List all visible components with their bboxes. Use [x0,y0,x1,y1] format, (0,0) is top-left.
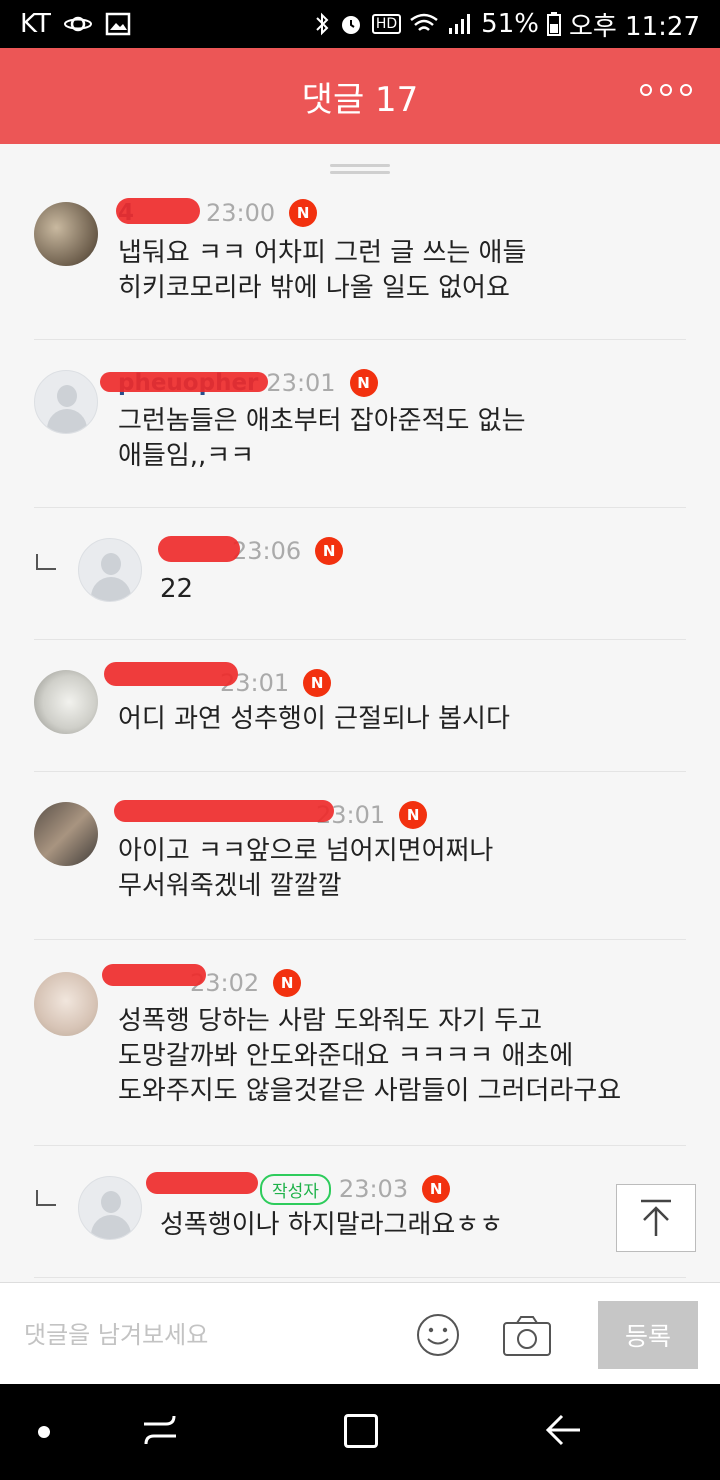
comment-text-line: 애들임,,ㅋㅋ [118,441,255,471]
comment-text-line: 도와주지도 않을것같은 사람들이 그러더라구요 [118,1076,622,1106]
comment-item: 23:01 N 어디 과연 성추행이 근절되나 봅시다 [34,640,686,772]
reply-item: 작성자 23:03 N 성폭행이나 하지말라그래요ㅎㅎ [34,1146,686,1278]
comment-item: 4 23:00 N 냅둬요 ㅋㅋ 어차피 그런 글 쓰는 애들 히키코모리라 밖… [34,180,686,340]
avatar[interactable] [34,370,98,434]
system-nav-bar [0,1384,720,1480]
comment-text: 성폭행이나 하지말라그래요ㅎㅎ [160,1208,503,1243]
alarm-icon [341,16,360,34]
comment-text-line: 히키코모리라 밖에 나올 일도 없어요 [118,273,510,303]
comment-text-line: 냅둬요 ㅋㅋ 어차피 그런 글 쓰는 애들 [118,238,527,268]
new-badge: N [273,969,302,997]
comment-list[interactable]: 4 23:00 N 냅둬요 ㅋㅋ 어차피 그런 글 쓰는 애들 히키코모리라 밖… [0,144,720,1282]
author-badge: 작성자 [260,1173,331,1205]
comment-text: 어디 과연 성추행이 근절되나 봅시다 [118,702,510,737]
drag-handle-icon[interactable] [330,164,390,174]
comment-text-line: 도망갈까봐 안도와준대요 ㅋㅋㅋㅋ 애초에 [118,1041,574,1071]
comment-item: 23:01 N 아이고 ㅋㅋ앞으로 넘어지면어쩌나 무서워죽겠네 깔깔깔 [34,772,686,940]
avatar[interactable] [78,538,142,602]
comment-text-line: 무서워죽겠네 깔깔깔 [118,871,342,901]
back-arrow-icon[interactable] [544,1410,584,1450]
comment-text-line: 22 [160,574,194,604]
comment-text: 22 [160,572,193,607]
comment-time: 23:06 [232,537,302,565]
avatar[interactable] [34,670,98,734]
reply-arrow-icon [36,1190,56,1206]
redaction-mark [102,964,206,986]
new-badge: N [422,1175,451,1203]
redaction-mark [104,662,238,686]
avatar[interactable] [34,802,98,866]
wifi-icon [410,13,438,31]
comment-text-line: 성폭행이나 하지말라그래요ㅎㅎ [160,1210,504,1240]
reply-item: 23:06 N 22 [34,508,686,640]
redaction-mark [100,372,268,392]
comments-screen: KT HD 51% 오후 11:27 댓글 17 23:00 N 냅둬요 ㅋㅋ … [0,0,720,1480]
redaction-mark [146,1172,258,1194]
comment-time: 23:01 [266,369,336,397]
new-badge: N [315,537,344,565]
submit-button[interactable]: 등록 [598,1301,698,1369]
comment-text: 성폭행 당하는 사람 도와줘도 자기 두고 도망갈까봐 안도와준대요 ㅋㅋㅋㅋ … [118,1004,621,1109]
new-badge: N [303,669,332,697]
new-badge: N [349,369,378,397]
hd-label: HD [371,14,402,34]
battery-percent: 51% [481,9,539,39]
avatar[interactable] [34,202,98,266]
comment-text-line: 아이고 ㅋㅋ앞으로 넘어지면어쩌나 [118,836,494,866]
gallery-icon [105,12,131,36]
saturn-app-icon [63,16,92,32]
comment-text-line: 어디 과연 성추행이 근절되나 봅시다 [118,704,510,734]
comment-text: 아이고 ㅋㅋ앞으로 넘어지면어쩌나 무서워죽겠네 깔깔깔 [118,834,493,904]
camera-icon[interactable] [502,1315,552,1357]
comment-input-bar: 등록 [0,1282,720,1384]
recent-apps-icon[interactable] [140,1410,180,1450]
clock: 오후 11:27 [568,11,700,42]
new-badge: N [289,199,318,227]
comment-item: 23:02 N 성폭행 당하는 사람 도와줘도 자기 두고 도망갈까봐 안도와준… [34,940,686,1146]
redaction-mark [114,800,334,822]
new-badge: N [399,801,428,829]
status-bar: KT HD 51% 오후 11:27 [0,0,720,48]
comment-item: pheuopher 23:01 N 그런놈들은 애초부터 잡아준적도 없는 애들… [34,340,686,508]
comment-input[interactable] [24,1313,394,1357]
arrow-up-to-top-icon [641,1199,671,1236]
comment-text: 냅둬요 ㅋㅋ 어차피 그런 글 쓰는 애들 히키코모리라 밖에 나올 일도 없어… [118,236,526,306]
page-title: 댓글 17 [301,79,419,120]
more-dots-icon[interactable] [640,84,692,96]
avatar[interactable] [78,1176,142,1240]
scroll-top-button[interactable] [616,1184,696,1252]
comments-header: 댓글 17 [0,48,720,144]
comment-text-line: 그런놈들은 애초부터 잡아준적도 없는 [118,406,526,436]
redaction-mark [158,536,240,562]
bluetooth-icon [316,12,329,36]
comment-text-line: 성폭행 당하는 사람 도와줘도 자기 두고 [118,1006,543,1036]
comment-text: 그런놈들은 애초부터 잡아준적도 없는 애들임,,ㅋㅋ [118,404,526,474]
reply-arrow-icon [36,554,56,570]
avatar[interactable] [34,972,98,1036]
redaction-mark [116,198,200,224]
smile-icon[interactable] [416,1313,460,1357]
battery-icon [546,12,561,36]
home-icon[interactable] [344,1414,378,1448]
comment-time: 23:03 [338,1175,409,1203]
carrier-label: KT [20,9,51,39]
comment-time: 23:00 [206,199,276,227]
assistant-dot-icon[interactable] [38,1426,50,1438]
signal-icon [449,14,471,34]
